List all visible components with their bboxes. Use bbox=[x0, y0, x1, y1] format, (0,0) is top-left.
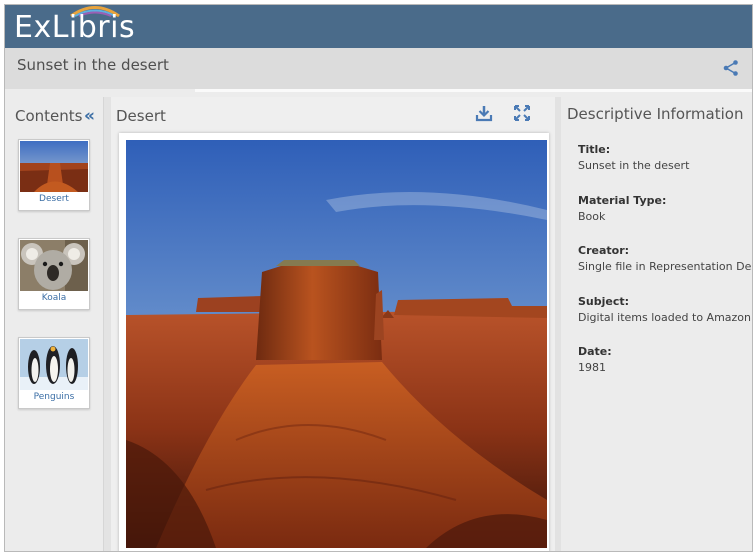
share-icon[interactable] bbox=[722, 59, 740, 77]
loading-bar bbox=[195, 89, 752, 92]
sidebar-item-label: Desert bbox=[39, 194, 69, 204]
exlibris-logo[interactable]: ExLibris bbox=[14, 11, 135, 45]
field-label: Title: bbox=[578, 143, 611, 156]
field-value: Book bbox=[578, 210, 606, 223]
collapse-sidebar-button[interactable]: « bbox=[84, 106, 95, 126]
contents-sidebar: Contents « Desert Koala Penguins bbox=[5, 97, 103, 551]
field-label: Creator: bbox=[578, 244, 630, 257]
document-title-bar: Sunset in the desert bbox=[5, 48, 752, 89]
info-header: Descriptive Information bbox=[567, 105, 744, 123]
desert-thumbnail-icon bbox=[20, 141, 88, 192]
top-header: ExLibris bbox=[5, 5, 752, 48]
descriptive-info-panel: Descriptive Information Title: Sunset in… bbox=[561, 97, 752, 551]
desert-main-image[interactable] bbox=[126, 140, 547, 548]
document-title: Sunset in the desert bbox=[17, 56, 169, 74]
viewer-title: Desert bbox=[116, 107, 166, 125]
field-date: Date: 1981 bbox=[578, 345, 612, 374]
fullscreen-icon[interactable] bbox=[513, 104, 531, 122]
sidebar-item-penguins[interactable]: Penguins bbox=[18, 337, 90, 409]
field-value: 1981 bbox=[578, 361, 606, 374]
koala-thumbnail-icon bbox=[20, 240, 88, 291]
field-title: Title: Sunset in the desert bbox=[578, 143, 689, 172]
contents-header: Contents bbox=[15, 107, 83, 125]
field-label: Material Type: bbox=[578, 194, 667, 207]
sidebar-item-label: Penguins bbox=[33, 392, 75, 402]
image-viewer: Desert bbox=[111, 97, 555, 551]
field-label: Subject: bbox=[578, 295, 630, 308]
field-value: Single file in Representation Desert bbox=[578, 260, 752, 273]
field-label: Date: bbox=[578, 345, 612, 358]
penguins-thumbnail-icon bbox=[20, 339, 88, 390]
sidebar-item-desert[interactable]: Desert bbox=[18, 139, 90, 211]
download-icon[interactable] bbox=[475, 104, 493, 122]
field-creator: Creator: Single file in Representation D… bbox=[578, 244, 752, 273]
field-subject: Subject: Digital items loaded to Amazon bbox=[578, 295, 751, 324]
field-value: Digital items loaded to Amazon bbox=[578, 311, 752, 324]
image-frame bbox=[119, 133, 549, 551]
field-value: Sunset in the desert bbox=[578, 159, 690, 172]
app-window: ExLibris Sunset in the desert Contents « bbox=[4, 4, 753, 552]
field-material-type: Material Type: Book bbox=[578, 194, 666, 223]
sidebar-item-koala[interactable]: Koala bbox=[18, 238, 90, 310]
sidebar-splitter[interactable] bbox=[103, 97, 111, 551]
sidebar-item-label: Koala bbox=[41, 293, 67, 303]
